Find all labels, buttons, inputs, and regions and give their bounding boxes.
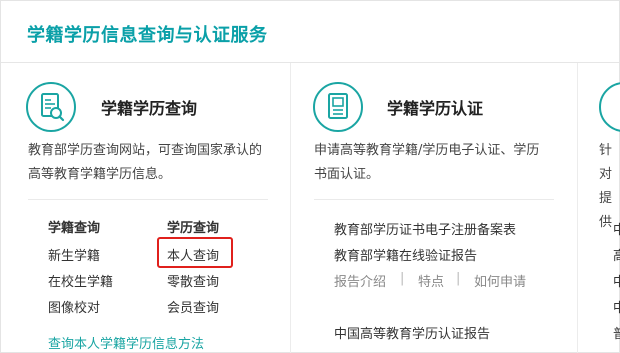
list-item[interactable]: 中: [613, 271, 620, 290]
link-features[interactable]: 特点: [418, 271, 444, 290]
link-member-query[interactable]: 会员查询: [167, 297, 219, 316]
description-line: 书面认证。: [314, 167, 380, 182]
link-certification-report[interactable]: 中国高等教育学历认证报告: [334, 323, 490, 342]
subhead-student-status: 学籍查询: [48, 221, 101, 236]
document-search-icon: [26, 82, 76, 132]
list-item[interactable]: 中: [613, 219, 620, 238]
subhead-degree: 学历查询: [167, 221, 220, 236]
link-new-student-status[interactable]: 新生学籍: [48, 245, 100, 264]
link-registration-form[interactable]: 教育部学历证书电子注册备案表: [334, 219, 516, 238]
column-divider: [290, 63, 291, 353]
certificate-icon: [313, 82, 363, 132]
description-line: 针对: [599, 143, 613, 182]
link-query-method[interactable]: 查询本人学籍学历信息方法: [48, 333, 204, 352]
link-online-verify-report[interactable]: 教育部学籍在线验证报告: [334, 245, 477, 264]
list-item[interactable]: 高: [613, 245, 620, 264]
list-item[interactable]: 中: [613, 297, 620, 316]
link-report-intro[interactable]: 报告介绍: [334, 271, 386, 290]
link-how-to-apply[interactable]: 如何申请: [474, 271, 526, 290]
card-description: 教育部学历查询网站，可查询国家承认的 高等教育学籍学历信息。: [28, 139, 262, 187]
divider: [28, 199, 268, 200]
separator: |: [456, 271, 461, 286]
card-title: 学籍学历查询: [101, 99, 198, 118]
link-enrolled-student-status[interactable]: 在校生学籍: [48, 271, 113, 290]
panel-title: 学籍学历信息查询与认证服务: [27, 25, 268, 46]
panel-header: 学籍学历信息查询与认证服务: [1, 1, 619, 63]
service-panel: 学籍学历信息查询与认证服务 学籍学历查询 教育部学历查询网站，可查询国家承认的 …: [0, 0, 620, 353]
description-line: 教育部学历查询网站，可查询国家承认的: [28, 143, 263, 158]
document-icon: [599, 82, 620, 132]
link-single-query[interactable]: 零散查询: [167, 271, 219, 290]
link-image-verify[interactable]: 图像校对: [48, 297, 100, 316]
description-line: 高等教育学籍学历信息。: [28, 167, 172, 182]
link-self-query[interactable]: 本人查询: [167, 245, 219, 264]
description-line: 申请高等教育学籍/学历电子认证、学历: [314, 143, 540, 158]
divider: [314, 199, 554, 200]
card-title: 学籍学历认证: [387, 99, 484, 118]
column-divider: [577, 63, 578, 353]
separator: |: [400, 271, 405, 286]
list-item[interactable]: 普: [613, 323, 620, 342]
card-description: 申请高等教育学籍/学历电子认证、学历 书面认证。: [314, 139, 539, 187]
